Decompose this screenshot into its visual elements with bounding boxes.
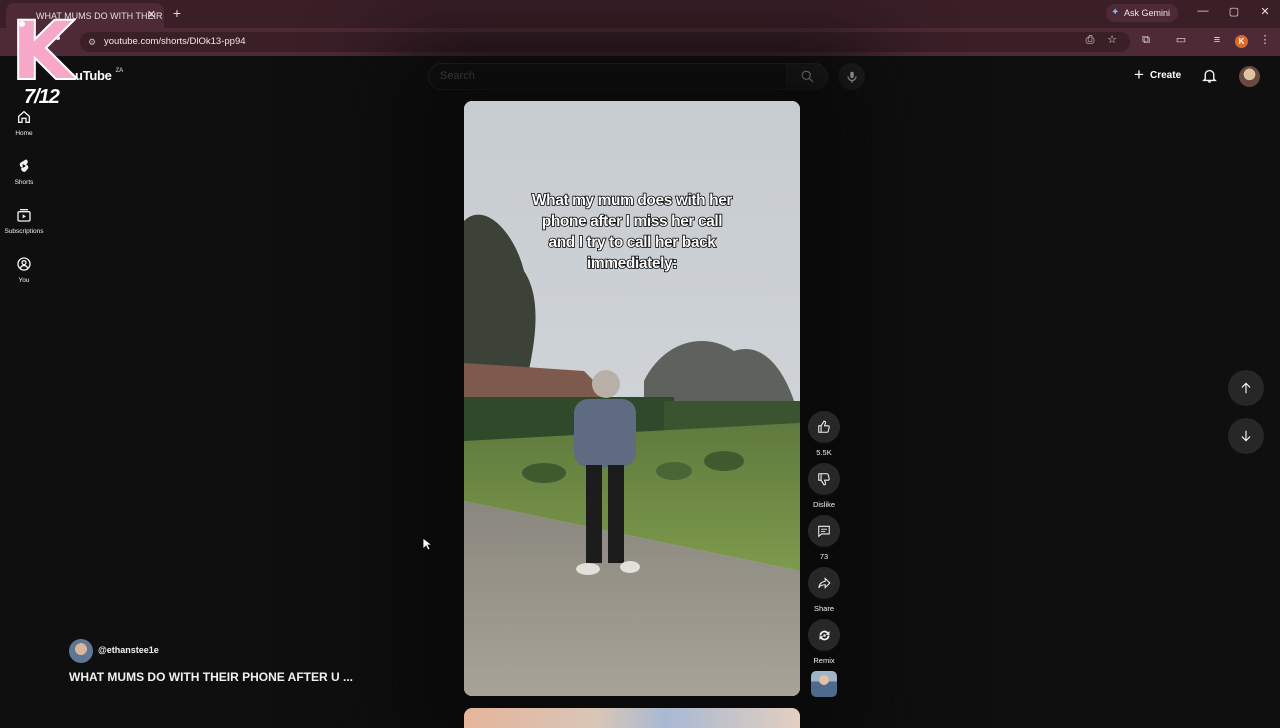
remix-button[interactable]: Remix [808,619,840,665]
minimize-button[interactable]: — [1195,5,1211,17]
shorts-icon [19,159,29,172]
you-icon [17,257,31,271]
sidebar-item-label: Subscriptions [4,228,44,235]
k-letter-sticker: K [10,8,76,84]
create-button[interactable]: + Create [1132,65,1182,86]
comments-button[interactable]: 73 [808,515,840,561]
dislike-button[interactable]: Dislike [808,463,840,509]
search-icon [801,70,814,83]
home-icon [18,110,30,123]
plus-icon: + [1134,65,1144,84]
new-tab-button[interactable]: + [170,5,184,21]
video-caption-overlay: What my mum does with her phone after I … [531,191,733,273]
comment-count: 73 [819,552,829,561]
extensions-icon[interactable]: ⧉ [1139,33,1153,47]
microphone-icon [846,71,857,83]
share-button[interactable]: Share [808,567,840,613]
voice-search-button[interactable] [838,63,865,90]
sidebar-item-shorts[interactable]: Shorts [0,158,48,186]
channel-avatar[interactable] [69,639,93,663]
next-video-preview[interactable] [464,708,800,728]
clip-counter: 7/12 [24,86,60,108]
address-bar[interactable]: ⚙ youtube.com/shorts/DlOk13-pp94 [80,32,1130,52]
install-app-icon[interactable]: ⎙ [1083,33,1097,47]
arrow-down-icon [1241,430,1251,442]
sidebar-item-you[interactable]: You [0,256,48,284]
share-label: Share [813,604,834,613]
browser-menu-icon[interactable]: ⋮ [1258,33,1272,47]
sticker-letter: K [12,8,75,84]
account-avatar[interactable] [1239,66,1260,87]
region-code: ZA [115,68,124,74]
bookmark-star-icon[interactable]: ☆ [1105,33,1119,47]
thumbs-up-icon [818,420,830,433]
bell-icon [1202,69,1217,83]
like-count: 5.5K [816,448,832,457]
previous-short-button[interactable] [1228,370,1264,406]
search-input[interactable]: Search [428,63,786,90]
ask-gemini-button[interactable]: ✦ Ask Gemini [1106,4,1179,22]
sidebar-item-home[interactable]: Home [0,109,48,137]
browser-tab-bar: WHAT MUMS DO WITH THEIR ✕ + ✦ Ask Gemini… [0,0,1280,28]
sound-thumbnail[interactable] [811,671,837,697]
sidebar-item-label: You [18,277,30,284]
remix-icon [819,630,829,640]
arrow-up-icon [1241,382,1251,394]
dislike-label: Dislike [812,500,836,509]
next-short-button[interactable] [1228,418,1264,454]
cast-icon[interactable]: ▭ [1174,33,1188,47]
sidebar-item-subscriptions[interactable]: Subscriptions [0,207,48,235]
mouse-cursor-icon [422,537,432,551]
channel-handle[interactable]: @ethanstee1e [98,645,159,655]
media-controls-icon[interactable]: ≡ [1210,33,1224,47]
ask-gemini-label: Ask Gemini [1124,8,1171,18]
thumbs-down-icon [818,473,830,486]
site-info-icon[interactable]: ⚙ [88,32,96,52]
url-text: youtube.com/shorts/DlOk13-pp94 [104,36,246,47]
like-button[interactable]: 5.5K [808,411,840,457]
browser-profile-avatar[interactable]: K [1235,35,1248,48]
share-icon [818,577,831,589]
gemini-sparkle-icon: ✦ [1111,7,1120,18]
create-label: Create [1150,70,1182,81]
notifications-button[interactable] [1201,67,1218,89]
tab-close-icon[interactable]: ✕ [147,8,156,21]
comment-icon [818,525,830,538]
subscriptions-icon [17,209,31,222]
window-close-button[interactable]: ✕ [1257,5,1273,18]
sidebar-item-label: Shorts [14,179,34,186]
maximize-button[interactable]: ▢ [1226,5,1242,18]
search-button[interactable] [786,63,828,90]
sidebar-item-label: Home [15,130,33,137]
video-title[interactable]: WHAT MUMS DO WITH THEIR PHONE AFTER U ..… [69,670,369,684]
remix-label: Remix [813,656,835,665]
